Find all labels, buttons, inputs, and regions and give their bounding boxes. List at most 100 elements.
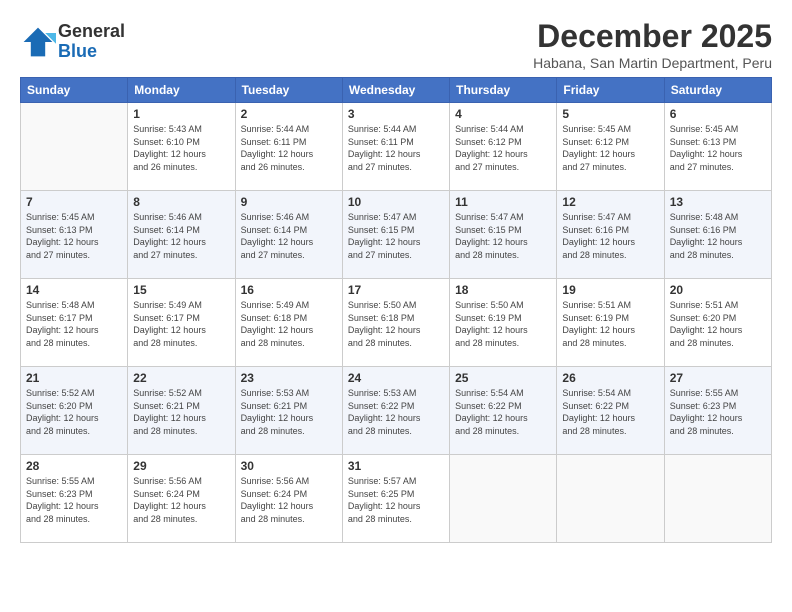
subtitle: Habana, San Martin Department, Peru <box>533 55 772 71</box>
day-number: 22 <box>133 371 229 385</box>
day-number: 8 <box>133 195 229 209</box>
title-block: December 2025 Habana, San Martin Departm… <box>533 18 772 71</box>
day-detail: Sunrise: 5:46 AM Sunset: 6:14 PM Dayligh… <box>241 211 337 261</box>
calendar-cell-4-5 <box>557 455 664 543</box>
day-detail: Sunrise: 5:54 AM Sunset: 6:22 PM Dayligh… <box>455 387 551 437</box>
calendar-cell-1-4: 11Sunrise: 5:47 AM Sunset: 6:15 PM Dayli… <box>450 191 557 279</box>
main-title: December 2025 <box>533 18 772 55</box>
weekday-header-monday: Monday <box>128 78 235 103</box>
day-detail: Sunrise: 5:51 AM Sunset: 6:19 PM Dayligh… <box>562 299 658 349</box>
calendar-cell-4-3: 31 Sunrise: 5:57 AM Sunset: 6:25 PM Dayli… <box>342 455 449 543</box>
day-number: 31 <box>348 459 444 473</box>
calendar-cell-2-3: 17 Sunrise: 5:50 AM Sunset: 6:18 PM Dayli… <box>342 279 449 367</box>
calendar-cell-0-3: 3 Sunrise: 5:44 AM Sunset: 6:11 PM Daylig… <box>342 103 449 191</box>
calendar-week-3: 21Sunrise: 5:52 AM Sunset: 6:20 PM Dayli… <box>21 367 772 455</box>
day-detail: Sunrise: 5:52 AM Sunset: 6:21 PM Dayligh… <box>133 387 229 437</box>
day-detail: Sunrise: 5:44 AM Sunset: 6:12 PM Dayligh… <box>455 123 551 173</box>
day-detail: Sunrise: 5:44 AM Sunset: 6:11 PM Dayligh… <box>348 123 444 173</box>
day-detail: Sunrise: 5:57 AM Sunset: 6:25 PM Dayligh… <box>348 475 444 525</box>
day-number: 14 <box>26 283 122 297</box>
day-number: 27 <box>670 371 766 385</box>
day-detail: Sunrise: 5:45 AM Sunset: 6:13 PM Dayligh… <box>670 123 766 173</box>
calendar-cell-2-2: 16 Sunrise: 5:49 AM Sunset: 6:18 PM Dayli… <box>235 279 342 367</box>
calendar-cell-0-0 <box>21 103 128 191</box>
page: General Blue December 2025 Habana, San M… <box>0 0 792 612</box>
weekday-header-tuesday: Tuesday <box>235 78 342 103</box>
day-detail: Sunrise: 5:50 AM Sunset: 6:18 PM Dayligh… <box>348 299 444 349</box>
day-number: 9 <box>241 195 337 209</box>
calendar-cell-4-0: 28Sunrise: 5:55 AM Sunset: 6:23 PM Dayli… <box>21 455 128 543</box>
calendar-cell-2-0: 14 Sunrise: 5:48 AM Sunset: 6:17 PM Dayli… <box>21 279 128 367</box>
day-detail: Sunrise: 5:56 AM Sunset: 6:24 PM Dayligh… <box>133 475 229 525</box>
calendar-week-2: 14 Sunrise: 5:48 AM Sunset: 6:17 PM Dayli… <box>21 279 772 367</box>
logo-icon <box>20 24 56 60</box>
day-number: 24 <box>348 371 444 385</box>
calendar-cell-2-5: 19 Sunrise: 5:51 AM Sunset: 6:19 PM Dayli… <box>557 279 664 367</box>
day-number: 12 <box>562 195 658 209</box>
day-number: 6 <box>670 107 766 121</box>
day-detail: Sunrise: 5:56 AM Sunset: 6:24 PM Dayligh… <box>241 475 337 525</box>
day-detail: Sunrise: 5:50 AM Sunset: 6:19 PM Dayligh… <box>455 299 551 349</box>
day-number: 26 <box>562 371 658 385</box>
day-number: 13 <box>670 195 766 209</box>
calendar-table: SundayMondayTuesdayWednesdayThursdayFrid… <box>20 77 772 543</box>
day-detail: Sunrise: 5:48 AM Sunset: 6:16 PM Dayligh… <box>670 211 766 261</box>
day-number: 1 <box>133 107 229 121</box>
day-detail: Sunrise: 5:53 AM Sunset: 6:22 PM Dayligh… <box>348 387 444 437</box>
day-number: 29 <box>133 459 229 473</box>
calendar-cell-4-1: 29 Sunrise: 5:56 AM Sunset: 6:24 PM Dayli… <box>128 455 235 543</box>
day-number: 25 <box>455 371 551 385</box>
header: General Blue December 2025 Habana, San M… <box>20 18 772 71</box>
day-number: 7 <box>26 195 122 209</box>
day-detail: Sunrise: 5:49 AM Sunset: 6:18 PM Dayligh… <box>241 299 337 349</box>
calendar-cell-3-3: 24 Sunrise: 5:53 AM Sunset: 6:22 PM Dayli… <box>342 367 449 455</box>
weekday-header-sunday: Sunday <box>21 78 128 103</box>
calendar-cell-4-4 <box>450 455 557 543</box>
calendar-week-1: 7 Sunrise: 5:45 AM Sunset: 6:13 PM Daylig… <box>21 191 772 279</box>
day-number: 23 <box>241 371 337 385</box>
day-detail: Sunrise: 5:53 AM Sunset: 6:21 PM Dayligh… <box>241 387 337 437</box>
day-number: 30 <box>241 459 337 473</box>
day-detail: Sunrise: 5:49 AM Sunset: 6:17 PM Dayligh… <box>133 299 229 349</box>
day-number: 4 <box>455 107 551 121</box>
day-number: 17 <box>348 283 444 297</box>
calendar-cell-4-2: 30 Sunrise: 5:56 AM Sunset: 6:24 PM Dayli… <box>235 455 342 543</box>
calendar-week-4: 28Sunrise: 5:55 AM Sunset: 6:23 PM Dayli… <box>21 455 772 543</box>
day-number: 15 <box>133 283 229 297</box>
calendar-cell-2-4: 18Sunrise: 5:50 AM Sunset: 6:19 PM Dayli… <box>450 279 557 367</box>
weekday-header-thursday: Thursday <box>450 78 557 103</box>
calendar-cell-3-1: 22 Sunrise: 5:52 AM Sunset: 6:21 PM Dayli… <box>128 367 235 455</box>
day-detail: Sunrise: 5:43 AM Sunset: 6:10 PM Dayligh… <box>133 123 229 173</box>
calendar-cell-0-1: 1 Sunrise: 5:43 AM Sunset: 6:10 PM Daylig… <box>128 103 235 191</box>
day-number: 16 <box>241 283 337 297</box>
day-detail: Sunrise: 5:44 AM Sunset: 6:11 PM Dayligh… <box>241 123 337 173</box>
logo: General Blue <box>20 22 125 62</box>
calendar-cell-1-6: 13 Sunrise: 5:48 AM Sunset: 6:16 PM Dayli… <box>664 191 771 279</box>
day-number: 5 <box>562 107 658 121</box>
calendar-cell-2-6: 20Sunrise: 5:51 AM Sunset: 6:20 PM Dayli… <box>664 279 771 367</box>
calendar-cell-0-5: 5 Sunrise: 5:45 AM Sunset: 6:12 PM Daylig… <box>557 103 664 191</box>
calendar-cell-3-4: 25 Sunrise: 5:54 AM Sunset: 6:22 PM Dayli… <box>450 367 557 455</box>
calendar-cell-0-4: 4 Sunrise: 5:44 AM Sunset: 6:12 PM Daylig… <box>450 103 557 191</box>
day-number: 3 <box>348 107 444 121</box>
day-number: 2 <box>241 107 337 121</box>
day-detail: Sunrise: 5:48 AM Sunset: 6:17 PM Dayligh… <box>26 299 122 349</box>
weekday-header-wednesday: Wednesday <box>342 78 449 103</box>
day-detail: Sunrise: 5:47 AM Sunset: 6:15 PM Dayligh… <box>455 211 551 261</box>
day-detail: Sunrise: 5:47 AM Sunset: 6:16 PM Dayligh… <box>562 211 658 261</box>
calendar-cell-3-6: 27Sunrise: 5:55 AM Sunset: 6:23 PM Dayli… <box>664 367 771 455</box>
day-detail: Sunrise: 5:45 AM Sunset: 6:13 PM Dayligh… <box>26 211 122 261</box>
calendar-cell-1-3: 10Sunrise: 5:47 AM Sunset: 6:15 PM Dayli… <box>342 191 449 279</box>
calendar-week-0: 1 Sunrise: 5:43 AM Sunset: 6:10 PM Daylig… <box>21 103 772 191</box>
calendar-cell-2-1: 15 Sunrise: 5:49 AM Sunset: 6:17 PM Dayli… <box>128 279 235 367</box>
weekday-header-row: SundayMondayTuesdayWednesdayThursdayFrid… <box>21 78 772 103</box>
calendar-cell-1-2: 9 Sunrise: 5:46 AM Sunset: 6:14 PM Daylig… <box>235 191 342 279</box>
day-detail: Sunrise: 5:45 AM Sunset: 6:12 PM Dayligh… <box>562 123 658 173</box>
day-number: 19 <box>562 283 658 297</box>
weekday-header-saturday: Saturday <box>664 78 771 103</box>
calendar-cell-3-0: 21Sunrise: 5:52 AM Sunset: 6:20 PM Dayli… <box>21 367 128 455</box>
calendar-cell-0-2: 2 Sunrise: 5:44 AM Sunset: 6:11 PM Daylig… <box>235 103 342 191</box>
calendar-cell-1-5: 12 Sunrise: 5:47 AM Sunset: 6:16 PM Dayli… <box>557 191 664 279</box>
day-number: 20 <box>670 283 766 297</box>
day-number: 10 <box>348 195 444 209</box>
